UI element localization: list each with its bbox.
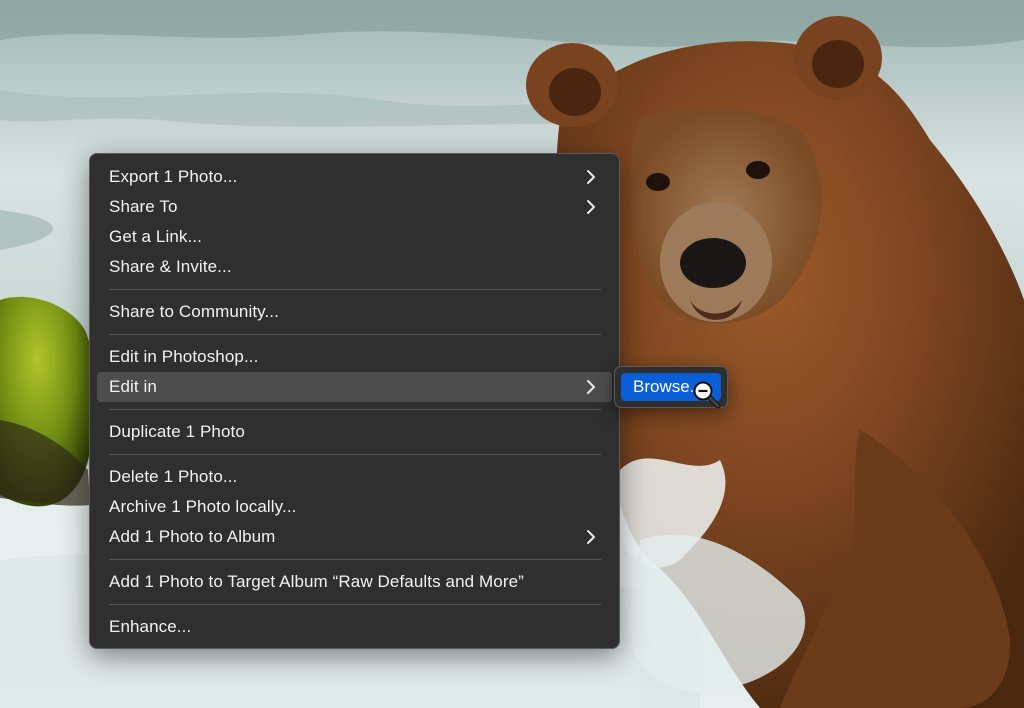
menu-item-label: Edit in bbox=[109, 377, 157, 396]
menu-item-export-1-photo[interactable]: Export 1 Photo... bbox=[97, 162, 612, 192]
menu-item-label: Share to Community... bbox=[109, 302, 279, 321]
menu-item-label: Enhance... bbox=[109, 617, 192, 636]
menu-separator bbox=[109, 334, 601, 335]
menu-item-duplicate-1-photo[interactable]: Duplicate 1 Photo bbox=[97, 417, 612, 447]
menu-item-label: Export 1 Photo... bbox=[109, 167, 238, 186]
menu-item-edit-in[interactable]: Edit in bbox=[97, 372, 612, 402]
screen: Export 1 Photo... Share To Get a Link... Sh… bbox=[0, 0, 1024, 708]
chevron-right-icon bbox=[584, 199, 598, 215]
menu-item-enhance[interactable]: Enhance... bbox=[97, 612, 612, 642]
menu-item-add-1-photo-to-album[interactable]: Add 1 Photo to Album bbox=[97, 522, 612, 552]
menu-item-share-to[interactable]: Share To bbox=[97, 192, 612, 222]
menu-item-label: Get a Link... bbox=[109, 227, 202, 246]
menu-item-label: Add 1 Photo to Album bbox=[109, 527, 276, 546]
context-menu: Export 1 Photo... Share To Get a Link... Sh… bbox=[89, 153, 620, 649]
menu-item-edit-in-photoshop[interactable]: Edit in Photoshop... bbox=[97, 342, 612, 372]
menu-separator bbox=[109, 604, 601, 605]
menu-separator bbox=[109, 454, 601, 455]
menu-item-archive-1-photo-locally[interactable]: Archive 1 Photo locally... bbox=[97, 492, 612, 522]
menu-item-delete-1-photo[interactable]: Delete 1 Photo... bbox=[97, 462, 612, 492]
zoom-out-cursor-icon bbox=[693, 381, 721, 409]
chevron-right-icon bbox=[584, 529, 598, 545]
menu-separator bbox=[109, 409, 601, 410]
menu-item-label: Share To bbox=[109, 197, 178, 216]
menu-item-label: Share & Invite... bbox=[109, 257, 232, 276]
menu-item-label: Delete 1 Photo... bbox=[109, 467, 238, 486]
chevron-right-icon bbox=[584, 169, 598, 185]
menu-separator bbox=[109, 559, 601, 560]
menu-item-add-1-photo-to-target-album-raw-defaults-and-more[interactable]: Add 1 Photo to Target Album “Raw Default… bbox=[97, 567, 612, 597]
menu-item-label: Duplicate 1 Photo bbox=[109, 422, 245, 441]
menu-item-get-a-link[interactable]: Get a Link... bbox=[97, 222, 612, 252]
menu-item-label: Edit in Photoshop... bbox=[109, 347, 259, 366]
menu-separator bbox=[109, 289, 601, 290]
menu-item-label: Add 1 Photo to Target Album “Raw Default… bbox=[109, 572, 524, 591]
menu-item-share-to-community[interactable]: Share to Community... bbox=[97, 297, 612, 327]
menu-item-share-invite[interactable]: Share & Invite... bbox=[97, 252, 612, 282]
chevron-right-icon bbox=[584, 379, 598, 395]
menu-item-label: Archive 1 Photo locally... bbox=[109, 497, 297, 516]
